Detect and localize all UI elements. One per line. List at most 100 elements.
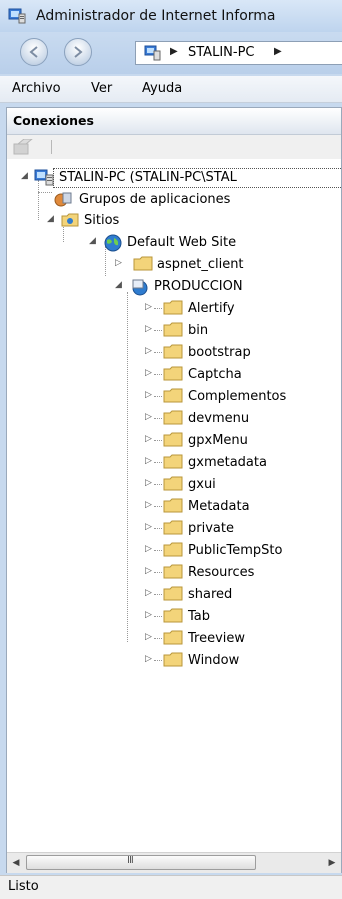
forward-button[interactable] — [64, 38, 92, 66]
tree-node-folder[interactable]: ▷ Captcha — [7, 365, 341, 385]
expand-icon[interactable]: ▷ — [145, 544, 152, 554]
collapse-icon[interactable]: ◢ — [47, 214, 54, 224]
expand-icon[interactable]: ▷ — [145, 324, 152, 334]
expand-icon[interactable]: ▷ — [145, 654, 152, 664]
tree-node-app-pools[interactable]: Grupos de aplicaciones — [7, 190, 341, 210]
tree-connector — [154, 528, 162, 529]
grip-icon: III — [127, 855, 134, 866]
tree-label: gpxMenu — [188, 433, 248, 448]
app-pools-icon — [54, 192, 72, 207]
expand-icon[interactable]: ▷ — [145, 610, 152, 620]
folder-icon — [133, 256, 153, 271]
folder-icon — [163, 520, 183, 535]
expand-icon[interactable]: ▷ — [145, 390, 152, 400]
folder-icon — [163, 564, 183, 579]
horizontal-scrollbar[interactable]: ◀ III ▶ — [7, 852, 341, 873]
folder-icon — [163, 322, 183, 337]
panel-header: Conexiones — [7, 108, 341, 135]
folder-icon — [163, 498, 183, 513]
collapse-icon[interactable]: ◢ — [115, 280, 122, 290]
tree-label: Resources — [188, 565, 255, 580]
breadcrumb-separator-icon[interactable]: ▶ — [170, 46, 178, 57]
tree-node-folder[interactable]: ▷ bin — [7, 321, 341, 341]
menu-ver[interactable]: Ver — [91, 81, 112, 96]
tree-label: bootstrap — [188, 345, 251, 360]
menu-bar: Archivo Ver Ayuda — [0, 76, 342, 103]
collapse-icon[interactable]: ◢ — [21, 171, 28, 181]
tree-label: Alertify — [188, 301, 235, 316]
expand-icon[interactable]: ▷ — [145, 412, 152, 422]
connections-tree[interactable]: ◢ STALIN-PC (STALIN-PC\STAL Grupos de ap… — [7, 162, 341, 822]
tree-node-folder[interactable]: ▷ Window — [7, 651, 341, 671]
folder-icon — [163, 410, 183, 425]
address-field[interactable]: ▶ STALIN-PC ▶ — [135, 41, 342, 65]
expand-icon[interactable]: ▷ — [145, 566, 152, 576]
expand-icon[interactable]: ▷ — [145, 588, 152, 598]
expand-icon[interactable]: ▷ — [145, 346, 152, 356]
toolbar-separator — [51, 140, 52, 154]
tree-connector — [154, 638, 162, 639]
tree-label: Captcha — [188, 367, 242, 382]
status-bar: Listo — [0, 875, 342, 899]
tree-node-folder[interactable]: ▷ gxmetadata — [7, 453, 341, 473]
globe-icon — [104, 234, 122, 252]
tree-node-produccion[interactable]: ◢ PRODUCCION — [7, 277, 341, 297]
tree-label: Sitios — [84, 213, 120, 228]
connect-icon[interactable] — [12, 139, 38, 155]
tree-node-aspnet-client[interactable]: ▷ aspnet_client — [7, 255, 341, 275]
status-text: Listo — [8, 879, 39, 894]
breadcrumb-server[interactable]: STALIN-PC — [188, 45, 255, 60]
tree-label: Metadata — [188, 499, 250, 514]
expand-icon[interactable]: ▷ — [145, 302, 152, 312]
tree-node-folder[interactable]: ▷ Tab — [7, 607, 341, 627]
forward-arrow-icon — [74, 46, 83, 58]
tree-label: Default Web Site — [127, 235, 237, 250]
expand-icon[interactable]: ▷ — [145, 522, 152, 532]
tree-node-folder[interactable]: ▷ Metadata — [7, 497, 341, 517]
iis-manager-icon — [8, 8, 26, 24]
expand-icon[interactable]: ▷ — [145, 368, 152, 378]
tree-node-folder[interactable]: ▷ Treeview — [7, 629, 341, 649]
tree-label: Window — [188, 653, 240, 668]
expand-icon[interactable]: ▷ — [145, 478, 152, 488]
folder-icon — [163, 608, 183, 623]
tree-label: shared — [188, 587, 233, 602]
tree-label: private — [188, 521, 234, 536]
tree-node-server[interactable]: ◢ STALIN-PC (STALIN-PC\STAL — [7, 168, 341, 188]
tree-node-folder[interactable]: ▷ Resources — [7, 563, 341, 583]
tree-node-sites[interactable]: ◢ Sitios — [7, 211, 341, 231]
tree-node-folder[interactable]: ▷ Alertify — [7, 299, 341, 319]
tree-node-folder[interactable]: ▷ private — [7, 519, 341, 539]
tree-node-folder[interactable]: ▷ PublicTempSto — [7, 541, 341, 561]
menu-archivo[interactable]: Archivo — [12, 81, 61, 96]
tree-node-folder[interactable]: ▷ devmenu — [7, 409, 341, 429]
scroll-left-icon[interactable]: ◀ — [7, 854, 25, 872]
expand-icon[interactable]: ▷ — [115, 258, 122, 268]
tree-node-default-web-site[interactable]: ◢ Default Web Site — [7, 233, 341, 253]
expand-icon[interactable]: ▷ — [145, 456, 152, 466]
scrollbar-thumb[interactable]: III — [26, 855, 256, 870]
collapse-icon[interactable]: ◢ — [89, 236, 96, 246]
tree-node-folder[interactable]: ▷ shared — [7, 585, 341, 605]
tree-label: STALIN-PC (STALIN-PC\STAL — [59, 170, 237, 185]
back-button[interactable] — [20, 38, 48, 66]
breadcrumb-separator-icon[interactable]: ▶ — [274, 46, 282, 57]
menu-ayuda[interactable]: Ayuda — [142, 81, 182, 96]
tree-node-folder[interactable]: ▷ Complementos — [7, 387, 341, 407]
tree-connector — [154, 352, 162, 353]
expand-icon[interactable]: ▷ — [145, 632, 152, 642]
tree-node-folder[interactable]: ▷ gxui — [7, 475, 341, 495]
tree-label: PublicTempSto — [188, 543, 283, 558]
tree-connector — [154, 594, 162, 595]
tree-node-folder[interactable]: ▷ gpxMenu — [7, 431, 341, 451]
tree-label: Treeview — [188, 631, 246, 646]
tree-connector — [154, 506, 162, 507]
scroll-right-icon[interactable]: ▶ — [323, 854, 341, 872]
expand-icon[interactable]: ▷ — [145, 500, 152, 510]
tree-node-folder[interactable]: ▷ bootstrap — [7, 343, 341, 363]
folder-icon — [163, 630, 183, 645]
expand-icon[interactable]: ▷ — [145, 434, 152, 444]
folder-icon — [163, 652, 183, 667]
folder-icon — [163, 388, 183, 403]
tree-connector — [154, 418, 162, 419]
